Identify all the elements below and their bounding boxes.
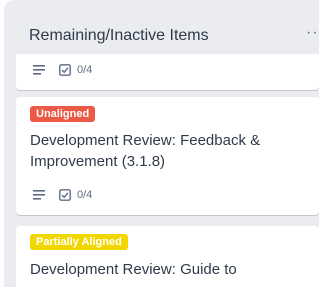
- checklist-count: 0/4: [77, 64, 93, 76]
- checklist-icon: [59, 189, 71, 201]
- trello-list: Remaining/Inactive Items ··· 0/4 Unalign…: [4, 0, 319, 287]
- card-badges: 0/4: [33, 188, 92, 202]
- checklist-icon: [59, 64, 71, 76]
- list-title[interactable]: Remaining/Inactive Items: [29, 27, 209, 45]
- card[interactable]: Unaligned Development Review: Feedback &…: [16, 97, 319, 215]
- checklist-count: 0/4: [77, 189, 93, 201]
- card-title: Development Review: Feedback & Improveme…: [30, 132, 261, 170]
- label-unaligned: Unaligned: [30, 106, 96, 122]
- card[interactable]: 0/4: [16, 54, 319, 90]
- description-icon: [33, 65, 45, 75]
- card-badges: 0/4: [33, 63, 92, 77]
- card[interactable]: Partially Aligned Development Review: Gu…: [16, 226, 319, 287]
- description-icon: [33, 190, 45, 200]
- ellipsis-icon[interactable]: ···: [306, 24, 319, 42]
- card-title: Development Review: Guide to: [30, 261, 237, 278]
- label-partially-aligned: Partially Aligned: [30, 234, 128, 250]
